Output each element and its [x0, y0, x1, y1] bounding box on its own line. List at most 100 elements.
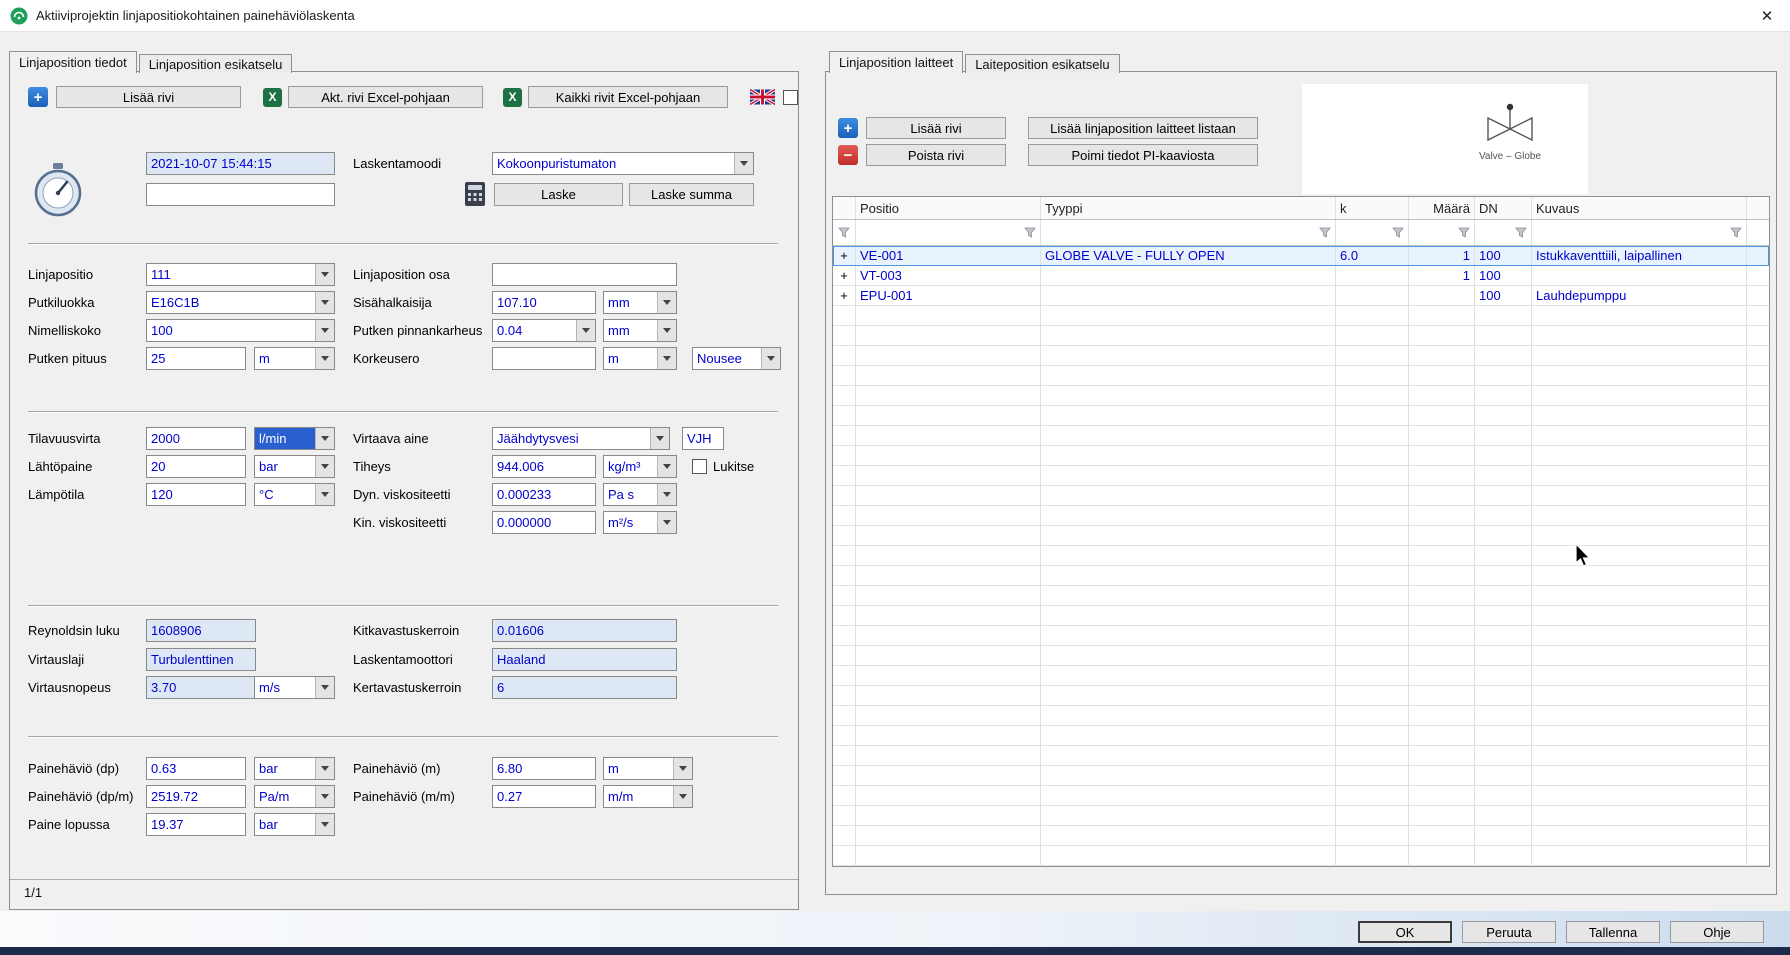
cell-expand[interactable]: + [833, 246, 856, 265]
cell-filler[interactable] [1747, 246, 1769, 265]
cell-tyyppi[interactable] [1041, 266, 1336, 285]
painehavio-mm-unit-combo[interactable]: m/m [603, 785, 693, 808]
all-rows-excel-button[interactable]: Kaikki rivit Excel-pohjaan [528, 86, 728, 108]
col-kuvaus-header[interactable]: Kuvaus [1532, 197, 1747, 219]
excel-icon[interactable]: X [263, 88, 282, 107]
chevron-down-icon[interactable] [734, 153, 753, 174]
cell-tyyppi[interactable] [1041, 286, 1336, 305]
linjapositio-combo[interactable]: 111 [146, 263, 335, 286]
device-table-empty-row[interactable] [833, 366, 1769, 386]
remove-device-row-icon[interactable]: − [838, 145, 858, 165]
device-table-empty-row[interactable] [833, 306, 1769, 326]
cell-positio[interactable]: VT-003 [856, 266, 1041, 285]
timestamp-secondary-field[interactable] [146, 183, 335, 206]
painehavio-dpm-input[interactable] [146, 785, 246, 808]
close-button[interactable]: ✕ [1744, 0, 1790, 32]
device-table-empty-row[interactable] [833, 326, 1769, 346]
cell-expand[interactable]: + [833, 286, 856, 305]
laske-summa-button[interactable]: Laske summa [629, 183, 754, 206]
filter-cell[interactable] [1532, 220, 1747, 245]
lampotila-unit-combo[interactable]: °C [254, 483, 335, 506]
english-checkbox[interactable] [783, 90, 798, 105]
device-table-empty-row[interactable] [833, 606, 1769, 626]
device-table-empty-row[interactable] [833, 706, 1769, 726]
kin-viskositeetti-input[interactable] [492, 511, 596, 534]
help-button[interactable]: Ohje [1670, 921, 1764, 943]
add-row-icon[interactable]: + [28, 87, 48, 107]
paine-lopussa-input[interactable] [146, 813, 246, 836]
cell-kuvaus[interactable]: Istukkaventtiili, laipallinen [1532, 246, 1747, 265]
cancel-button[interactable]: Peruuta [1462, 921, 1556, 943]
save-button[interactable]: Tallenna [1566, 921, 1660, 943]
cell-positio[interactable]: VE-001 [856, 246, 1041, 265]
device-table-empty-row[interactable] [833, 346, 1769, 366]
tiheys-input[interactable] [492, 455, 596, 478]
device-table-empty-row[interactable] [833, 686, 1769, 706]
virtausnopeus-unit-combo[interactable]: m/s [254, 676, 335, 699]
device-table-row[interactable]: +VE-001GLOBE VALVE - FULLY OPEN6.01100Is… [833, 246, 1769, 266]
cell-kuvaus[interactable]: Lauhdepumppu [1532, 286, 1747, 305]
device-table-empty-row[interactable] [833, 646, 1769, 666]
cell-dn[interactable]: 100 [1475, 266, 1532, 285]
timestamp-field[interactable] [146, 152, 335, 175]
device-table-empty-row[interactable] [833, 526, 1769, 546]
lampotila-input[interactable] [146, 483, 246, 506]
putkiluokka-combo[interactable]: E16C1B [146, 291, 335, 314]
painehavio-m-unit-combo[interactable]: m [603, 757, 693, 780]
pick-from-pid-button[interactable]: Poimi tiedot PI-kaaviosta [1028, 144, 1258, 166]
kin-viskositeetti-unit-combo[interactable]: m²/s [603, 511, 677, 534]
add-device-row-icon[interactable]: + [838, 118, 858, 138]
add-devices-to-list-button[interactable]: Lisää linjaposition laitteet listaan [1028, 117, 1258, 139]
pinnankarheus-unit-combo[interactable]: mm [603, 319, 677, 342]
cell-filler[interactable] [1747, 266, 1769, 285]
tilavuusvirta-input[interactable] [146, 427, 246, 450]
nousee-combo[interactable]: Nousee [692, 347, 781, 370]
painehavio-dpm-unit-combo[interactable]: Pa/m [254, 785, 335, 808]
device-table-empty-row[interactable] [833, 586, 1769, 606]
remove-device-row-button[interactable]: Poista rivi [866, 144, 1006, 166]
dyn-viskositeetti-input[interactable] [492, 483, 596, 506]
sisahalkaisija-unit-combo[interactable]: mm [603, 291, 677, 314]
tab-linjaposition-laitteet[interactable]: Linjaposition laitteet [829, 51, 963, 73]
filter-cell[interactable] [1475, 220, 1532, 245]
fluid-code-field[interactable] [682, 427, 724, 450]
device-table-empty-row[interactable] [833, 546, 1769, 566]
tab-linjaposition-esikatselu[interactable]: Linjaposition esikatselu [139, 54, 293, 73]
device-table-empty-row[interactable] [833, 386, 1769, 406]
cell-dn[interactable]: 100 [1475, 286, 1532, 305]
add-device-row-button[interactable]: Lisää rivi [866, 117, 1006, 139]
dyn-viskositeetti-unit-combo[interactable]: Pa s [603, 483, 677, 506]
korkeusero-input[interactable] [492, 347, 596, 370]
ok-button[interactable]: OK [1358, 921, 1452, 943]
device-table-empty-row[interactable] [833, 426, 1769, 446]
cell-tyyppi[interactable]: GLOBE VALVE - FULLY OPEN [1041, 246, 1336, 265]
calculator-icon[interactable] [465, 182, 485, 206]
cell-k[interactable] [1336, 286, 1409, 305]
putken-pituus-input[interactable] [146, 347, 246, 370]
device-table-empty-row[interactable] [833, 566, 1769, 586]
lahtopaine-input[interactable] [146, 455, 246, 478]
lahtopaine-unit-combo[interactable]: bar [254, 455, 335, 478]
device-table-empty-row[interactable] [833, 726, 1769, 746]
laske-button[interactable]: Laske [494, 183, 623, 206]
col-tyyppi-header[interactable]: Tyyppi [1041, 197, 1336, 219]
device-table-empty-row[interactable] [833, 826, 1769, 846]
lukitse-checkbox[interactable] [692, 459, 707, 474]
cell-kuvaus[interactable] [1532, 266, 1747, 285]
col-dn-header[interactable]: DN [1475, 197, 1532, 219]
device-table-empty-row[interactable] [833, 446, 1769, 466]
sisahalkaisija-input[interactable] [492, 291, 596, 314]
painehavio-mm-input[interactable] [492, 785, 596, 808]
tab-linjaposition-tiedot[interactable]: Linjaposition tiedot [9, 51, 137, 73]
tilavuusvirta-unit-combo[interactable]: l/min [254, 427, 335, 450]
filter-cell[interactable] [833, 220, 856, 245]
add-row-button[interactable]: Lisää rivi [56, 86, 241, 108]
cell-filler[interactable] [1747, 286, 1769, 305]
device-table-empty-row[interactable] [833, 626, 1769, 646]
korkeusero-unit-combo[interactable]: m [603, 347, 677, 370]
filter-cell[interactable] [1336, 220, 1409, 245]
linjaposition-osa-input[interactable] [492, 263, 677, 286]
col-k-header[interactable]: k [1336, 197, 1409, 219]
device-table-empty-row[interactable] [833, 406, 1769, 426]
device-table-empty-row[interactable] [833, 846, 1769, 866]
